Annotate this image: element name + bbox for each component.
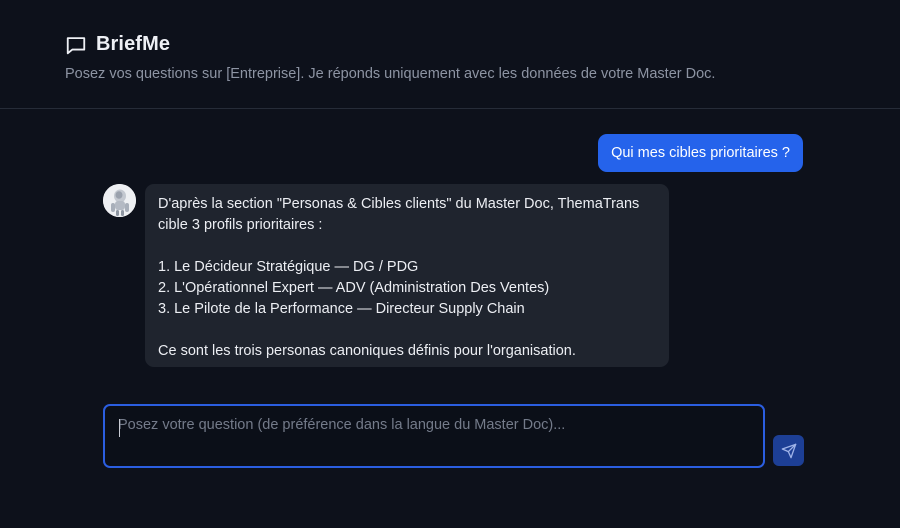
- list-item: 2. L'Opérationnel Expert — ADV (Administ…: [158, 280, 550, 296]
- chat-bubble-icon: [66, 36, 86, 54]
- app-root: BriefMe Posez vos questions sur [Entrepr…: [0, 0, 900, 528]
- header: BriefMe Posez vos questions sur [Entrepr…: [0, 0, 900, 109]
- brand: BriefMe: [65, 33, 170, 56]
- app-title: BriefMe: [96, 33, 171, 55]
- robot-avatar-icon: [103, 184, 136, 217]
- question-input[interactable]: [105, 406, 763, 466]
- assistant-intro-line-2: cible 3 profils prioritaires :: [158, 217, 323, 233]
- send-button[interactable]: [773, 435, 804, 466]
- text-caret: [119, 419, 120, 437]
- send-icon: [781, 443, 796, 458]
- assistant-closing: Ce sont les trois personas canoniques dé…: [158, 343, 576, 359]
- assistant-intro-line-1: D'après la section "Personas & Cibles cl…: [158, 196, 640, 212]
- app-subtitle: Posez vos questions sur [Entreprise]. Je…: [65, 66, 716, 82]
- list-item: 3. Le Pilote de la Performance — Directe…: [158, 301, 525, 317]
- composer: [103, 404, 765, 468]
- user-message: Qui mes cibles prioritaires ?: [598, 134, 803, 172]
- list-item: 1. Le Décideur Stratégique — DG / PDG: [158, 259, 419, 275]
- assistant-message: D'après la section "Personas & Cibles cl…: [145, 184, 669, 367]
